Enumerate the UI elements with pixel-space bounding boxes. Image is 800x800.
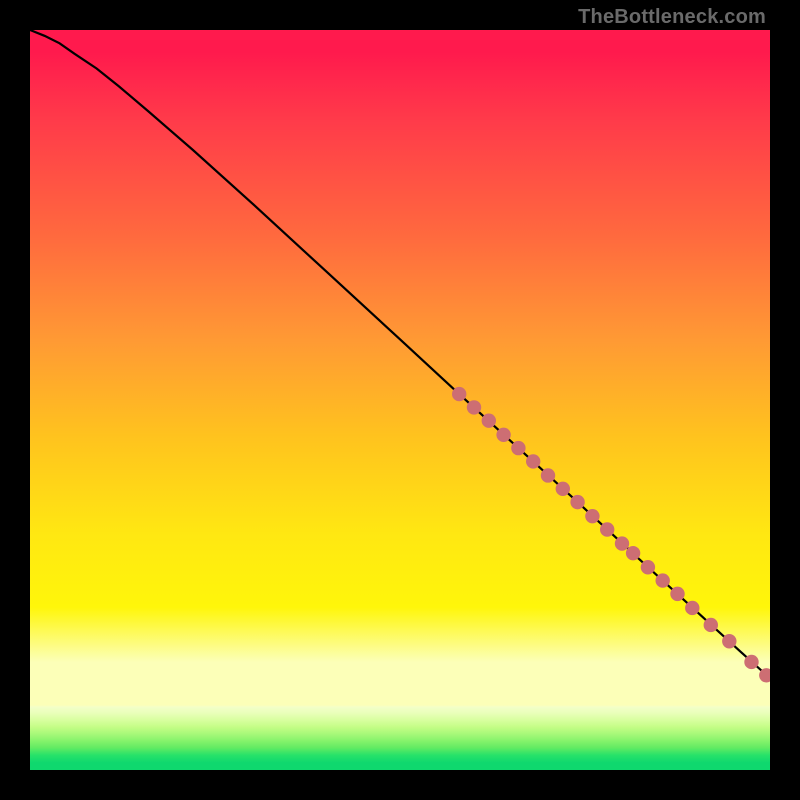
data-point [467,400,481,414]
data-point [600,522,614,536]
data-point [452,387,466,401]
data-point [482,414,496,428]
data-point [585,509,599,523]
data-point [685,601,699,615]
data-point [744,655,758,669]
data-point [641,560,655,574]
chart-frame: TheBottleneck.com [0,0,800,800]
chart-svg-layer [30,30,770,770]
data-point [541,468,555,482]
watermark-text: TheBottleneck.com [578,6,766,29]
data-point [704,618,718,632]
data-point [526,454,540,468]
data-markers [452,387,770,683]
data-point [496,428,510,442]
plot-area [30,30,770,770]
data-point [511,441,525,455]
data-point [626,546,640,560]
data-point [570,495,584,509]
data-point [670,587,684,601]
data-point [615,536,629,550]
data-point [722,634,736,648]
data-point [556,482,570,496]
data-point [656,573,670,587]
